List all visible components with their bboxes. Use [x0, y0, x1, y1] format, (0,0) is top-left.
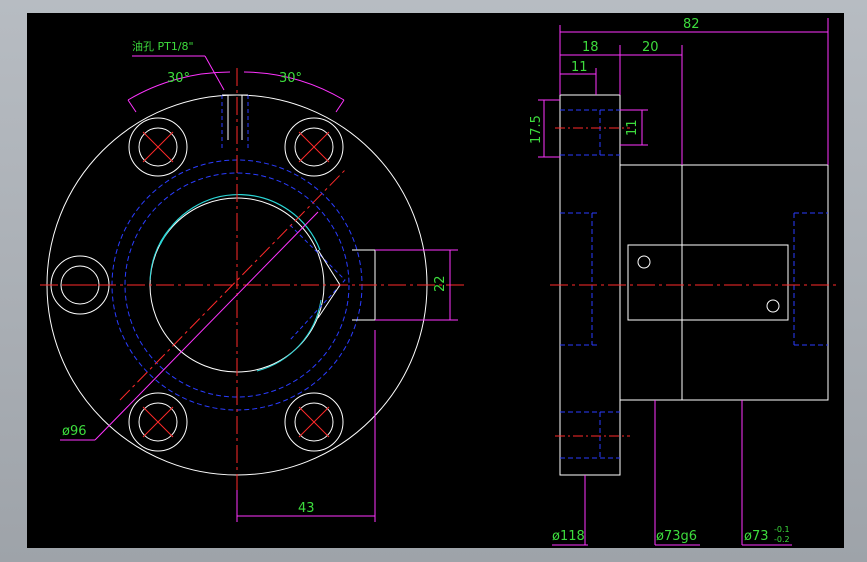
counterbore-label: 11 [625, 119, 640, 136]
flange-width-label: 18 [582, 40, 599, 55]
cad-viewport: 30° 30° 油孔 PT1/8" 22 ø96 43 82 18 20 11 … [0, 0, 867, 562]
angle-left-label: 30° [167, 71, 190, 86]
offset-label: 43 [298, 501, 315, 516]
keyway-height-label: 22 [433, 275, 448, 292]
cad-drawing: 30° 30° 油孔 PT1/8" 22 ø96 43 82 18 20 11 … [27, 13, 844, 548]
body-step-label: 20 [642, 40, 659, 55]
oil-hole-label: 油孔 PT1/8" [132, 39, 194, 53]
body-diameter-label: ø73 [744, 529, 769, 544]
hole-depth-label: 11 [571, 60, 588, 75]
hole-spacing-label: 17.5 [529, 115, 544, 144]
total-length-label: 82 [683, 17, 700, 32]
body-fit-label: ø73g6 [656, 529, 697, 544]
outer-diameter-label: ø96 [62, 424, 87, 439]
body-tol-lower: -0.2 [774, 535, 790, 544]
angle-right-label: 30° [279, 71, 302, 86]
flange-diameter-label: ø118 [552, 529, 585, 544]
body-tol-upper: -0.1 [774, 525, 790, 534]
